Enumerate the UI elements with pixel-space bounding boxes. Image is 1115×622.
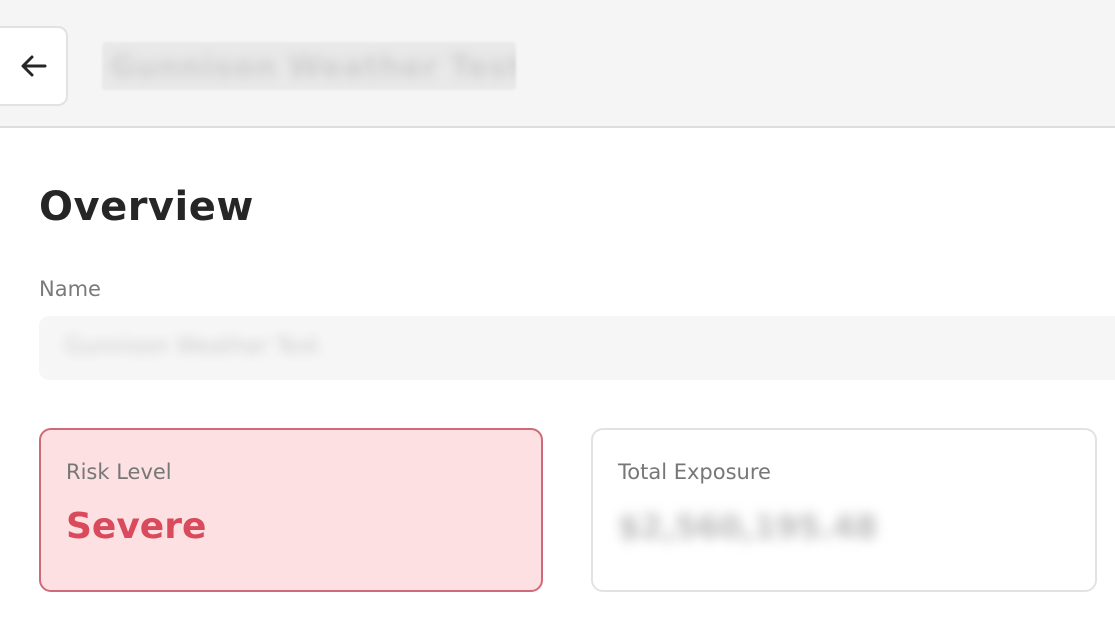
page-title-text: Gunnison Weather Test	[110, 50, 516, 85]
total-exposure-value: $2,560,195.48	[618, 508, 878, 546]
risk-level-value: Severe	[66, 506, 207, 547]
risk-level-label: Risk Level	[66, 460, 172, 484]
risk-level-card: Risk Level Severe	[39, 428, 543, 592]
overview-heading: Overview	[39, 184, 254, 230]
arrow-left-icon	[18, 50, 50, 82]
page-title: Gunnison Weather Test	[102, 42, 516, 90]
name-field-value: Gunnison Weather Test	[65, 334, 319, 359]
back-button[interactable]	[0, 26, 68, 106]
total-exposure-label: Total Exposure	[618, 460, 771, 484]
name-label: Name	[39, 277, 101, 301]
name-field[interactable]: Gunnison Weather Test	[39, 316, 1115, 380]
total-exposure-card: Total Exposure $2,560,195.48	[591, 428, 1097, 592]
top-bar: Gunnison Weather Test	[0, 0, 1115, 128]
